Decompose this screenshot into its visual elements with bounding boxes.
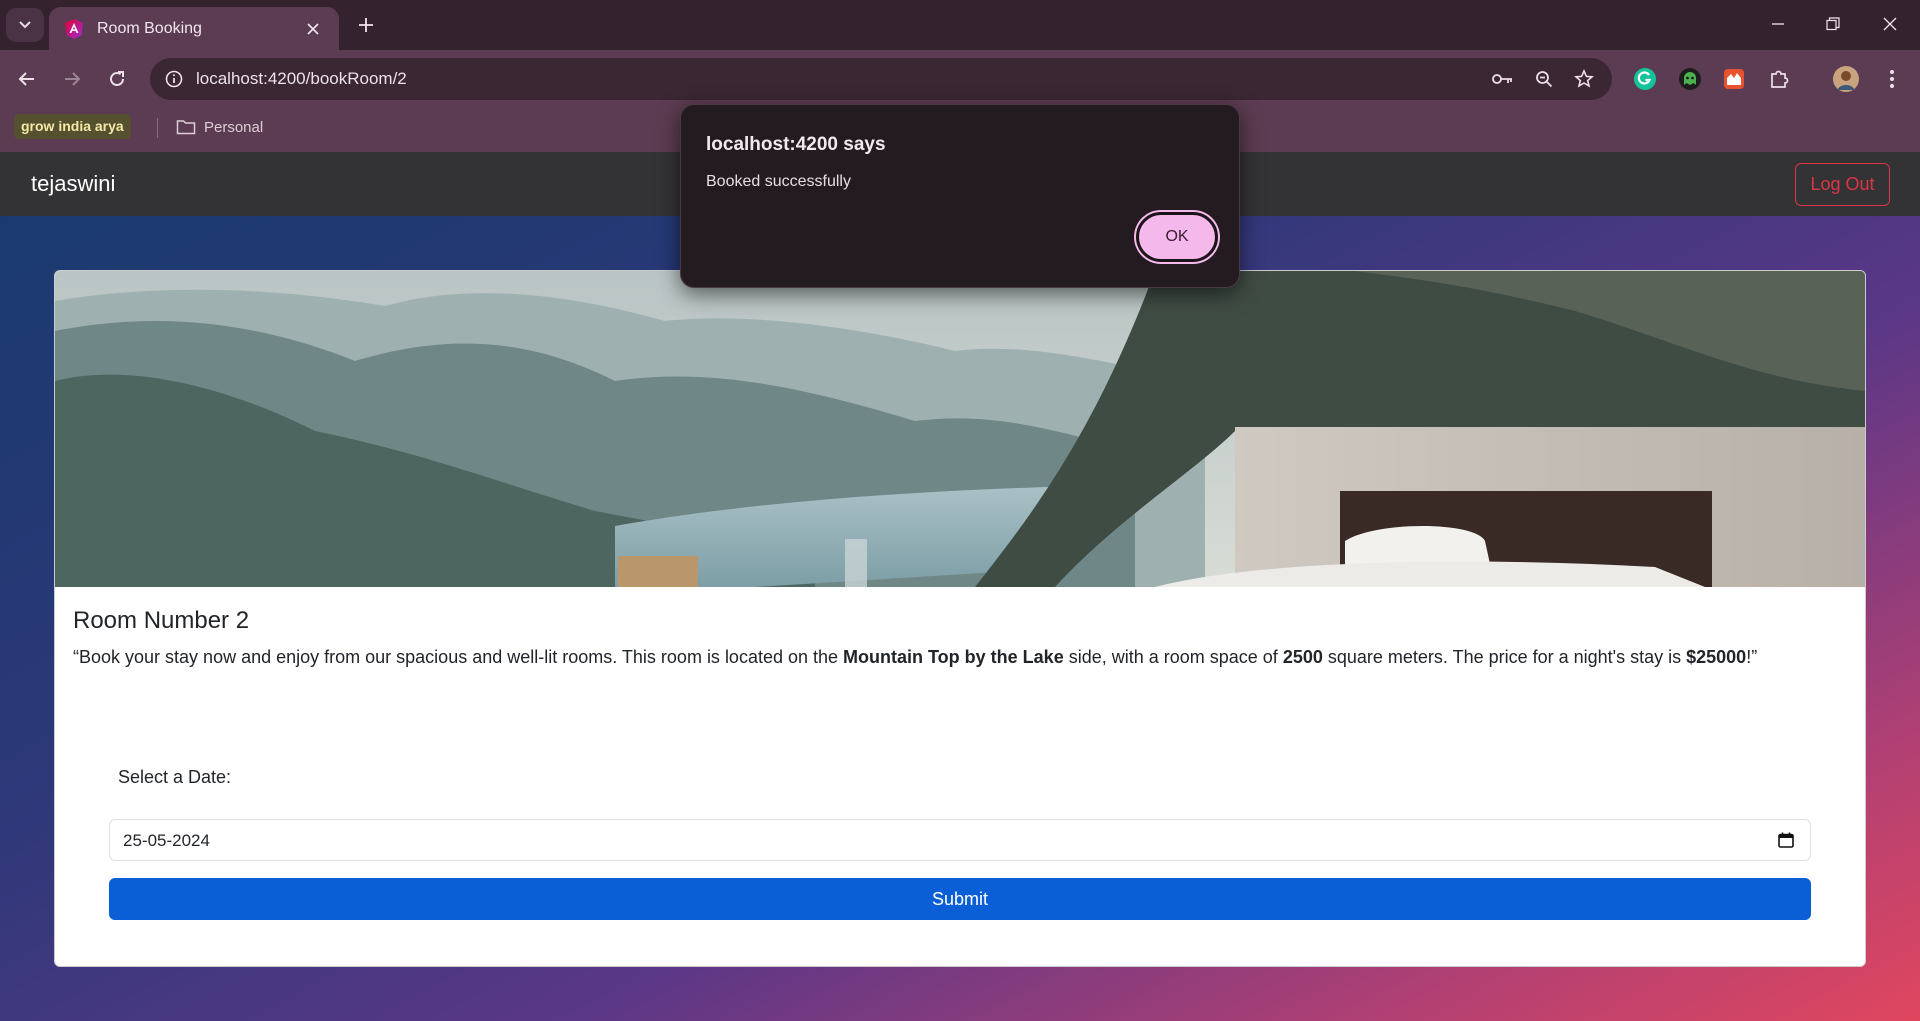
submit-button[interactable]: Submit bbox=[109, 878, 1811, 920]
extensions-puzzle-icon[interactable] bbox=[1762, 62, 1796, 96]
logout-button[interactable]: Log Out bbox=[1795, 163, 1890, 206]
alert-dialog: localhost:4200 says Booked successfully … bbox=[680, 104, 1240, 288]
tab-search-button[interactable] bbox=[6, 8, 44, 42]
minimize-button[interactable] bbox=[1756, 7, 1800, 41]
desc-text: !” bbox=[1746, 647, 1758, 667]
dialog-message: Booked successfully bbox=[706, 173, 851, 190]
bookmark-grow-india-arya[interactable]: grow india arya bbox=[14, 114, 131, 139]
room-details: Room Number 2 “Book your stay now and en… bbox=[55, 587, 1865, 966]
close-icon bbox=[1883, 17, 1897, 31]
browser-toolbar: localhost:4200/bookRoom/2 bbox=[0, 50, 1920, 108]
desc-text: side, with a room space of bbox=[1063, 647, 1283, 667]
bookmark-folder-label: Personal bbox=[204, 118, 264, 136]
desc-text: square meters. The price for a night's s… bbox=[1322, 647, 1687, 667]
room-space: 2500 bbox=[1282, 647, 1323, 667]
dialog-ok-button[interactable]: OK bbox=[1136, 212, 1218, 262]
room-location: Mountain Top by the Lake bbox=[843, 647, 1064, 667]
new-tab-button[interactable] bbox=[352, 11, 380, 39]
restore-icon bbox=[1826, 17, 1840, 31]
bookmarks-separator bbox=[157, 118, 158, 138]
date-value: 25-05-2024 bbox=[123, 831, 210, 850]
angular-icon bbox=[65, 18, 83, 39]
date-input[interactable]: 25-05-2024 bbox=[109, 819, 1811, 861]
room-title: Room Number 2 bbox=[73, 607, 250, 634]
room-card: Room Number 2 “Book your stay now and en… bbox=[54, 270, 1866, 967]
close-window-button[interactable] bbox=[1868, 7, 1912, 41]
red-extension-icon[interactable] bbox=[1717, 62, 1751, 96]
star-icon[interactable] bbox=[1570, 65, 1598, 93]
chevron-down-icon bbox=[19, 21, 31, 29]
arrow-left-icon bbox=[18, 72, 34, 86]
room-price: $25000 bbox=[1686, 647, 1747, 667]
ghost-extension-icon[interactable] bbox=[1673, 62, 1707, 96]
minimize-icon bbox=[1772, 23, 1784, 25]
browser-tab[interactable]: Room Booking bbox=[49, 7, 339, 50]
plus-icon bbox=[359, 18, 373, 32]
navbar-brand[interactable]: tejaswini bbox=[31, 171, 115, 197]
room-description: “Book your stay now and enjoy from our s… bbox=[73, 645, 1853, 669]
tab-title: Room Booking bbox=[97, 19, 202, 37]
room-image bbox=[55, 271, 1865, 587]
reload-button[interactable] bbox=[100, 62, 134, 96]
site-info-icon[interactable] bbox=[160, 65, 188, 93]
arrow-right-icon bbox=[65, 72, 81, 86]
grammarly-icon[interactable] bbox=[1628, 62, 1662, 96]
close-icon[interactable] bbox=[301, 17, 325, 41]
address-bar[interactable]: localhost:4200/bookRoom/2 bbox=[150, 58, 1612, 100]
reload-icon bbox=[110, 71, 124, 86]
more-menu-icon[interactable] bbox=[1875, 62, 1909, 96]
tab-strip: Room Booking bbox=[0, 0, 1920, 50]
url-text: localhost:4200/bookRoom/2 bbox=[196, 69, 407, 88]
forward-button[interactable] bbox=[55, 62, 89, 96]
calendar-icon[interactable] bbox=[1776, 830, 1796, 850]
profile-avatar-icon[interactable] bbox=[1829, 62, 1863, 96]
folder-icon bbox=[176, 120, 196, 135]
back-button[interactable] bbox=[10, 62, 44, 96]
dialog-title: localhost:4200 says bbox=[706, 134, 886, 155]
restore-button[interactable] bbox=[1811, 7, 1855, 41]
date-label: Select a Date: bbox=[118, 767, 232, 787]
desc-text: “Book your stay now and enjoy from our s… bbox=[73, 647, 844, 667]
bookmark-folder-personal[interactable]: Personal bbox=[176, 114, 263, 140]
zoom-icon[interactable] bbox=[1530, 65, 1558, 93]
key-icon[interactable] bbox=[1489, 65, 1517, 93]
